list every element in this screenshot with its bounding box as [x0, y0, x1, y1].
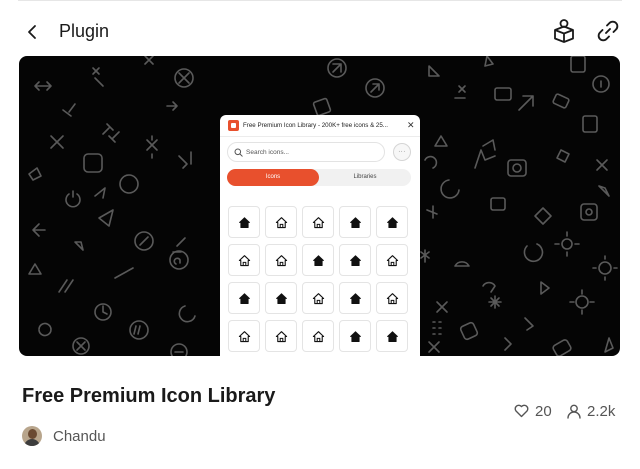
icon-tile — [376, 244, 408, 276]
icon-tile — [339, 244, 371, 276]
home-icon — [386, 254, 398, 266]
icon-tile — [228, 244, 260, 276]
icon-tile — [265, 282, 297, 314]
home-icon — [386, 216, 398, 228]
icon-tile — [302, 282, 334, 314]
preview-tab-libraries: Libraries — [353, 174, 377, 180]
preview-window-title: Free Premium Icon Library - 200K+ free i… — [243, 122, 388, 129]
icon-tile — [339, 206, 371, 238]
plugin-name: Free Premium Icon Library — [22, 385, 276, 407]
icon-tile — [302, 244, 334, 276]
icon-tile — [265, 206, 297, 238]
home-icon — [275, 216, 287, 228]
home-icon — [238, 330, 250, 342]
home-icon — [312, 254, 324, 266]
page-title: Plugin — [59, 21, 110, 41]
icon-tile — [228, 282, 260, 314]
home-icon — [349, 292, 361, 304]
icon-tile — [265, 244, 297, 276]
preview-tab-icons: Icons — [227, 169, 319, 186]
more-options-icon: ··· — [393, 143, 411, 161]
avatar — [22, 426, 42, 446]
icon-tile — [339, 320, 371, 352]
icon-tile — [228, 206, 260, 238]
author-name: Chandu — [53, 427, 106, 445]
plugin-cover-image: Free Premium Icon Library - 200K+ free i… — [19, 56, 620, 356]
icon-tile — [265, 320, 297, 352]
users-counter: 2.2k — [567, 402, 615, 420]
user-icon — [567, 404, 581, 419]
icon-tile — [302, 206, 334, 238]
preview-tabs: Icons Libraries — [227, 169, 411, 186]
preview-search-field — [227, 142, 385, 162]
home-icon — [238, 292, 250, 304]
close-icon: ✕ — [407, 120, 415, 130]
home-icon — [275, 330, 287, 342]
plugin-logo-icon — [228, 120, 239, 131]
preview-titlebar: Free Premium Icon Library - 200K+ free i… — [220, 115, 420, 137]
user-box-icon — [554, 19, 574, 43]
home-icon — [386, 330, 398, 342]
install-button[interactable] — [551, 18, 577, 44]
home-icon — [312, 216, 324, 228]
back-button[interactable] — [20, 20, 44, 44]
home-icon — [349, 330, 361, 342]
home-icon — [275, 292, 287, 304]
search-icon — [234, 148, 243, 157]
preview-search-input — [246, 145, 376, 159]
copy-link-button[interactable] — [595, 18, 621, 44]
likes-count: 20 — [535, 402, 552, 420]
home-icon — [386, 292, 398, 304]
chevron-left-icon — [28, 25, 36, 39]
author-link[interactable]: Chandu — [22, 425, 106, 447]
icon-tile — [376, 282, 408, 314]
icon-tile — [302, 320, 334, 352]
likes-counter[interactable]: 20 — [514, 402, 552, 420]
home-icon — [312, 292, 324, 304]
icon-tile — [228, 320, 260, 352]
icon-tile — [339, 282, 371, 314]
home-icon — [238, 216, 250, 228]
icon-tile — [376, 206, 408, 238]
home-icon — [238, 254, 250, 266]
home-icon — [312, 330, 324, 342]
icon-tile — [376, 320, 408, 352]
plugin-preview-window: Free Premium Icon Library - 200K+ free i… — [220, 115, 420, 356]
users-count: 2.2k — [587, 402, 616, 420]
home-icon — [349, 254, 361, 266]
page-header: Plugin — [0, 0, 640, 56]
heart-icon — [514, 404, 529, 418]
link-icon — [597, 20, 619, 42]
home-icon — [275, 254, 287, 266]
home-icon — [349, 216, 361, 228]
